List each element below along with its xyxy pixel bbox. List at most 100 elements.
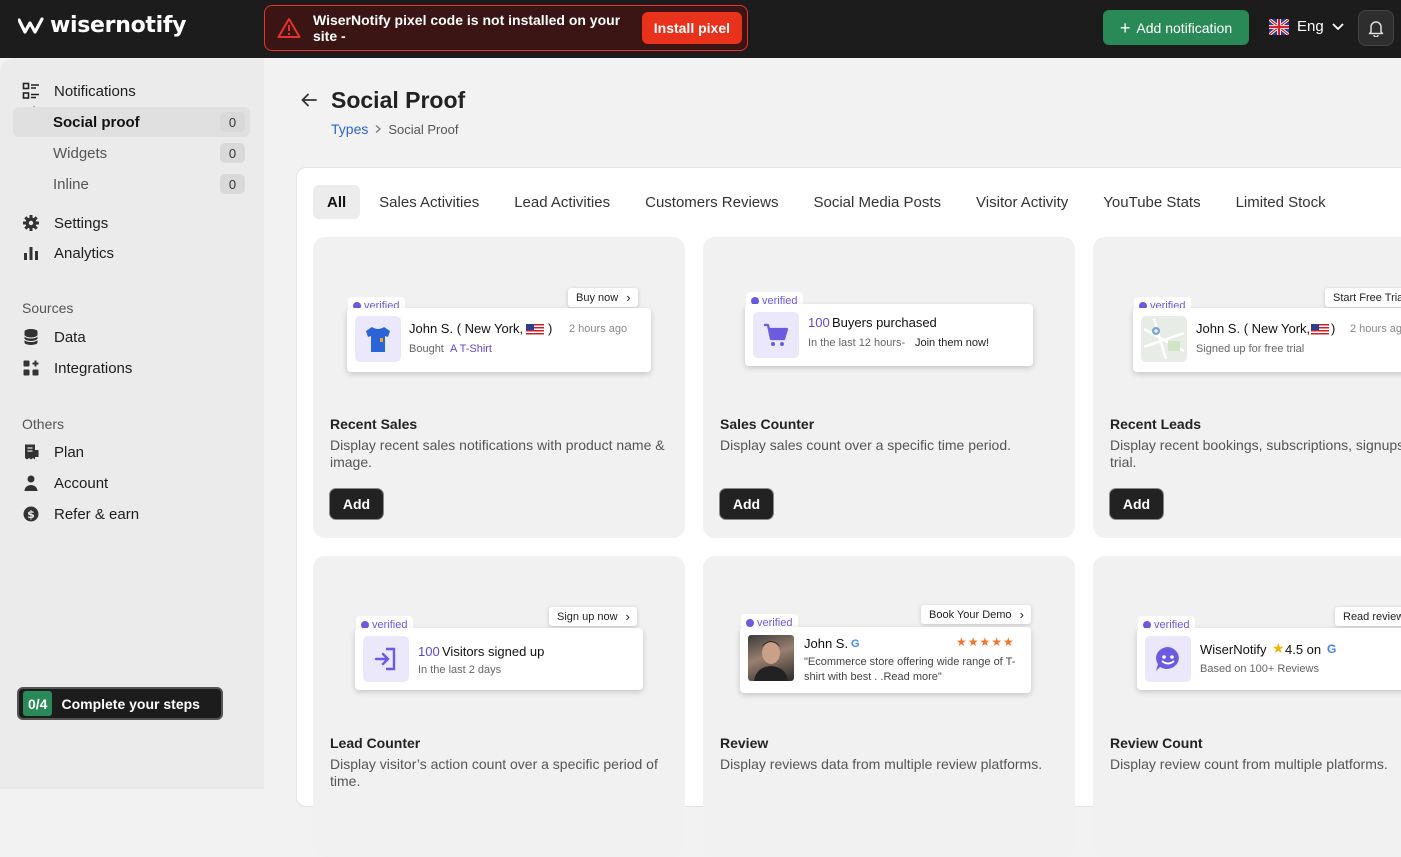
- review-count-thumbnail: [1145, 636, 1191, 682]
- preview-name: John S.: [804, 636, 849, 651]
- sidebar-item-account[interactable]: Account: [22, 474, 108, 492]
- tab-customers-reviews[interactable]: Customers Reviews: [629, 185, 794, 219]
- map-thumbnail: [1141, 316, 1187, 362]
- preview-name-end: ): [548, 321, 553, 336]
- sidebar-label-settings: Settings: [54, 214, 109, 232]
- add-sales-counter-button[interactable]: Add: [720, 489, 773, 519]
- notification-preview: John S. ( New York, ) 2 hours ago Bought…: [347, 308, 651, 372]
- preview-cta-badge: Start Free Trial: [1325, 288, 1401, 307]
- card-description: Display visitor’s action count over a sp…: [330, 756, 658, 789]
- google-icon: G: [1327, 642, 1337, 656]
- sources-section-label: Sources: [22, 300, 74, 316]
- card-description: Display recent sales notifications with …: [330, 437, 665, 470]
- tab-social-media-posts[interactable]: Social Media Posts: [797, 185, 957, 219]
- sidebar-label-plan: Plan: [54, 443, 85, 461]
- preview-cta-badge: Buy now ›: [568, 288, 638, 307]
- preview-product-link[interactable]: A T-Shirt: [450, 343, 492, 355]
- preview-cta-badge: Book Your Demo ›: [921, 605, 1031, 624]
- google-icon: G: [851, 638, 860, 650]
- tab-lead-activities[interactable]: Lead Activities: [498, 185, 626, 219]
- preview-cta-label: Start Free Trial: [1333, 291, 1401, 304]
- sidebar-label-refer: Refer & earn: [54, 505, 140, 523]
- breadcrumb-types-link[interactable]: Types: [331, 121, 368, 137]
- preview-cta-label: Buy now: [576, 291, 619, 304]
- add-notification-button[interactable]: + Add notification: [1103, 10, 1249, 45]
- sidebar-label-inline: Inline: [53, 175, 89, 193]
- us-flag-icon: [526, 324, 544, 335]
- pixel-alert-banner: WiserNotify pixel code is not installed …: [264, 5, 748, 51]
- preview-name: WiserNotify: [1200, 642, 1267, 657]
- preview-cta-label: Sign up now: [557, 610, 618, 623]
- language-label: Eng: [1297, 18, 1324, 35]
- brand-logo[interactable]: wisernotify: [18, 13, 186, 38]
- tab-visitor-activity[interactable]: Visitor Activity: [960, 185, 1084, 219]
- sidebar-label-notifications: Notifications: [54, 82, 136, 100]
- card-lead-counter: Sign up now › verified 100 Visitors signe…: [313, 556, 685, 857]
- sidebar-label-social-proof: Social proof: [53, 113, 140, 131]
- tab-all[interactable]: All: [313, 185, 361, 219]
- alert-message: WiserNotify pixel code is not installed …: [313, 12, 621, 44]
- card-sales-counter: verified 100 Buyers purchased In the las…: [703, 237, 1075, 538]
- preview-count: 100: [808, 315, 830, 330]
- preview-line: Signed up for free trial: [1196, 343, 1305, 355]
- back-arrow-icon[interactable]: [300, 91, 318, 109]
- sidebar-item-settings[interactable]: Settings: [22, 214, 108, 232]
- preview-cta-badge: Sign up now ›: [549, 607, 637, 626]
- preview-name: John S. ( New York,: [1196, 321, 1311, 336]
- notification-preview: 100 Buyers purchased In the last 12 hour…: [745, 304, 1033, 366]
- sidebar-item-data[interactable]: Data: [22, 328, 86, 346]
- add-recent-sales-button[interactable]: Add: [330, 489, 383, 519]
- preview-name: John S. ( New York,: [409, 321, 524, 336]
- add-notification-label: Add notification: [1136, 19, 1233, 36]
- preview-cta-label: Read reviews: [1343, 610, 1401, 623]
- preview-time: 2 hours ago: [1350, 323, 1401, 335]
- card-title: Sales Counter: [720, 416, 815, 432]
- notifications-bell-button[interactable]: [1358, 10, 1394, 46]
- map-pin-icon: [1144, 319, 1184, 359]
- social-proof-count-badge: 0: [220, 112, 245, 132]
- sidebar-item-analytics[interactable]: Analytics: [22, 244, 114, 262]
- tab-youtube-stats[interactable]: YouTube Stats: [1087, 185, 1216, 219]
- us-flag-icon: [1311, 324, 1329, 335]
- tab-sales-activities[interactable]: Sales Activities: [363, 185, 495, 219]
- install-pixel-button[interactable]: Install pixel: [641, 12, 742, 44]
- sidebar-label-widgets: Widgets: [53, 144, 108, 162]
- list-icon: [22, 82, 39, 99]
- dollar-coin-icon: $: [23, 506, 39, 522]
- sidebar-item-social-proof[interactable]: Social proof 0: [13, 107, 250, 137]
- sidebar-item-integrations[interactable]: Integrations: [22, 359, 132, 377]
- card-title: Lead Counter: [330, 735, 421, 751]
- preview-quote: "Ecommerce store offering wide range of …: [804, 656, 1016, 683]
- preview-cta-badge: Read reviews: [1335, 607, 1401, 626]
- steps-label: Complete your steps: [61, 695, 200, 712]
- chevron-right-icon: ›: [625, 609, 630, 624]
- chevron-right-icon: ›: [1019, 607, 1024, 622]
- sidebar-item-inline[interactable]: Inline 0: [13, 169, 250, 199]
- preview-headline: Visitors signed up: [442, 644, 545, 659]
- database-icon: [24, 329, 38, 345]
- card-description: Display recent bookings, subscriptions, …: [1110, 437, 1401, 470]
- notification-preview: John S. G ★★★★★ "Ecommerce store offerin…: [740, 627, 1031, 693]
- sidebar-item-plan[interactable]: Plan: [22, 443, 84, 461]
- reviewer-avatar: [748, 635, 794, 681]
- tab-limited-stock[interactable]: Limited Stock: [1220, 185, 1342, 219]
- language-selector[interactable]: Eng: [1269, 18, 1344, 35]
- person-photo-icon: [754, 641, 788, 681]
- preview-time: 2 hours ago: [569, 323, 628, 335]
- star-icon: ★: [1272, 640, 1285, 656]
- breadcrumb: Types Social Proof: [331, 121, 458, 137]
- page-title: Social Proof: [331, 87, 466, 113]
- sidebar-item-refer[interactable]: $ Refer & earn: [22, 505, 139, 523]
- complete-steps-button[interactable]: 0/4 Complete your steps: [17, 687, 223, 720]
- chat-bubble-icon: [1156, 647, 1179, 671]
- top-bar: wisernotify WiserNotify pixel code is no…: [0, 0, 1401, 58]
- card-description: Display review count from multiple platf…: [1110, 756, 1388, 772]
- widgets-count-badge: 0: [220, 143, 245, 163]
- chevron-right-icon: [375, 125, 382, 133]
- sidebar-item-widgets[interactable]: Widgets 0: [13, 138, 250, 168]
- breadcrumb-current: Social Proof: [388, 121, 459, 137]
- notification-preview: WiserNotify ★ 4.5 on G Based on 100+ Rev…: [1137, 628, 1401, 690]
- sidebar-item-notifications[interactable]: Notifications: [22, 82, 136, 100]
- card-title: Review: [720, 735, 769, 751]
- add-recent-leads-button[interactable]: Add: [1110, 489, 1163, 519]
